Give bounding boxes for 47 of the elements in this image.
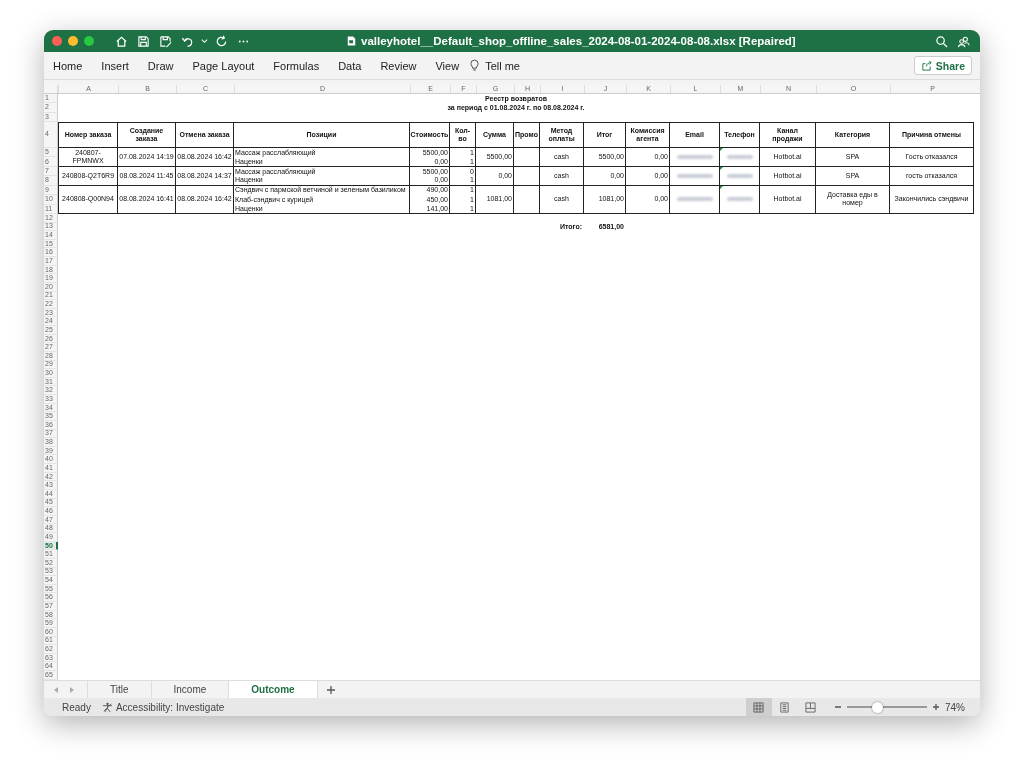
sheet-tab[interactable]: Outcome — [228, 681, 318, 698]
add-sheet-icon[interactable] — [325, 684, 336, 695]
share-icon — [920, 60, 932, 71]
empty-cell — [514, 166, 540, 186]
window-title: valleyhotel__Default_shop_offline_sales_2024-08-01-2024-08-08.xlsx [Repaired] — [361, 35, 796, 47]
blurred-email — [676, 197, 713, 202]
zoom-in-icon[interactable] — [932, 703, 940, 711]
document-icon — [347, 35, 356, 47]
blurred-phone — [726, 173, 753, 178]
ribbon-tab[interactable]: Page Layout — [192, 59, 255, 72]
ribbon-tab[interactable]: View — [435, 59, 460, 72]
page-break-icon — [805, 701, 817, 713]
next-sheet-icon[interactable] — [68, 685, 76, 694]
grid-icon — [753, 701, 765, 713]
home-icon[interactable] — [115, 34, 128, 48]
page-icon — [779, 701, 791, 713]
zoom-level[interactable]: 74% — [945, 701, 965, 713]
blurred-phone — [726, 154, 753, 159]
caret-icon[interactable] — [201, 38, 208, 44]
zoom-window-button[interactable] — [84, 36, 94, 46]
save-edit-icon[interactable] — [159, 34, 172, 48]
ribbon-tab[interactable]: Home — [53, 59, 83, 72]
ribbon-tab[interactable]: Review — [380, 59, 417, 72]
search-icon[interactable] — [935, 34, 948, 48]
ribbon-tab[interactable]: Formulas — [273, 59, 320, 72]
accessibility-status[interactable]: Accessibility: Investigate — [115, 701, 225, 713]
people-icon[interactable] — [957, 34, 970, 48]
empty-cell — [514, 185, 540, 214]
lightbulb-icon — [470, 59, 480, 72]
previous-sheet-icon[interactable] — [52, 685, 60, 694]
blurred-email — [676, 154, 713, 159]
status-text: Ready — [62, 701, 91, 713]
ribbon-tab[interactable]: Data — [338, 59, 362, 72]
accessibility-icon[interactable] — [101, 701, 113, 713]
save-icon[interactable] — [137, 34, 150, 48]
ribbon-tab[interactable]: Draw — [147, 59, 174, 72]
minimize-window-button[interactable] — [68, 36, 78, 46]
ribbon-tab[interactable]: Insert — [101, 59, 129, 72]
blurred-email — [676, 173, 713, 178]
close-window-button[interactable] — [52, 36, 62, 46]
normal-view-button[interactable] — [746, 698, 772, 716]
redo-icon[interactable] — [215, 34, 228, 48]
share-button[interactable]: Share — [913, 56, 972, 75]
tell-me-field[interactable]: Tell me — [485, 59, 520, 72]
blurred-phone — [726, 197, 753, 202]
empty-cell — [514, 148, 540, 167]
zoom-out-icon[interactable] — [834, 703, 842, 711]
